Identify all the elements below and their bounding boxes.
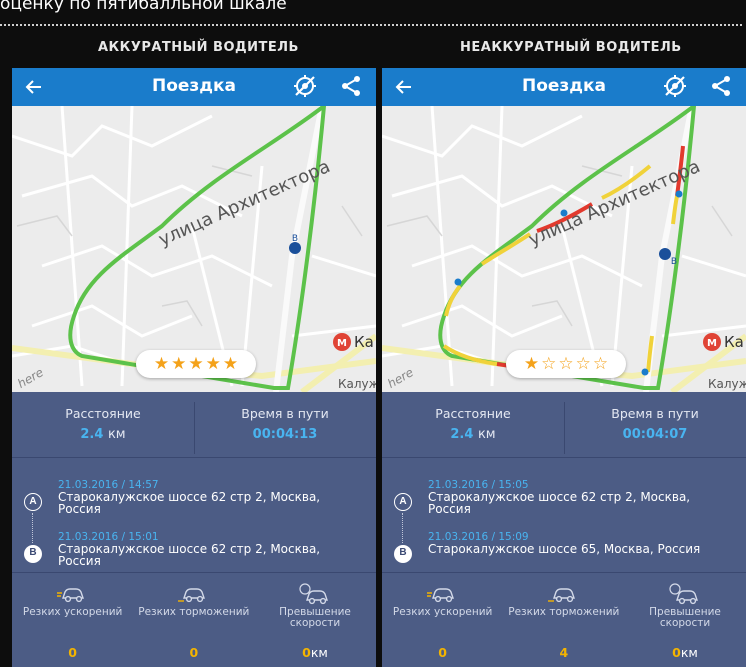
- header-caption: оценку по пятибалльной шкале: [0, 0, 287, 14]
- event-acceleration: Резких ускорений 0: [382, 573, 503, 667]
- svg-text:M: M: [337, 338, 347, 349]
- point-b-address: Старокалужское шоссе 62 стр 2, Москва, Р…: [58, 542, 321, 568]
- duration-value: 00:04:07: [622, 427, 688, 442]
- event-value: 0: [438, 645, 447, 660]
- event-value: 0: [68, 645, 77, 660]
- duration-stat: Время в пути 00:04:13: [194, 392, 376, 458]
- route-dots: [32, 513, 33, 543]
- event-label: Резких ускорений: [22, 606, 123, 618]
- gps-off-icon[interactable]: [292, 73, 318, 99]
- phone-screen-careless: Поездка улица Архитектора B M Ка Калуж h…: [382, 68, 746, 667]
- map-marker-b: B: [671, 257, 677, 267]
- car-icon: [669, 583, 698, 605]
- event-label: Резких торможений: [138, 606, 250, 618]
- route-points: A B 21.03.2016 / 15:05 Старокалужское шо…: [382, 473, 746, 573]
- point-b-info: 21.03.2016 / 15:09 Старокалужское шоссе …: [428, 531, 728, 555]
- star-outline-icon: ☆: [575, 354, 591, 373]
- driving-events: Резких ускорений 0 Резких торможений 4 П…: [382, 572, 746, 667]
- star-rating: ★ ☆ ☆ ☆ ☆: [506, 350, 626, 378]
- star-icon: ★: [222, 354, 239, 373]
- screen-title: Поездка: [521, 76, 607, 96]
- map-road-label: Калуж: [338, 377, 376, 391]
- map-marker-b: B: [292, 234, 298, 244]
- distance-value: 2.4 км: [450, 427, 496, 442]
- event-value: 0км: [302, 645, 328, 660]
- map-watermark: here: [385, 365, 416, 391]
- point-a-info: 21.03.2016 / 15:05 Старокалужское шоссе …: [428, 479, 728, 515]
- star-rating: ★ ★ ★ ★ ★: [136, 350, 256, 378]
- car-icon: [426, 588, 454, 603]
- column-title-careful: АККУРАТНЫЙ ВОДИТЕЛЬ: [98, 40, 299, 55]
- distance-label: Расстояние: [65, 406, 141, 421]
- distance-stat: Расстояние 2.4 км: [382, 392, 564, 458]
- star-outline-icon: ☆: [558, 354, 574, 373]
- star-outline-icon: ☆: [541, 354, 557, 373]
- trip-stats: Расстояние 2.4 км Время в пути 00:04:07: [382, 392, 746, 458]
- screen-title: Поездка: [151, 76, 237, 96]
- duration-label: Время в пути: [611, 406, 699, 421]
- driving-events: Резких ускорений 0 Резких торможений 0 П…: [12, 572, 376, 667]
- event-label: Превышение скорости: [279, 606, 351, 629]
- route-map[interactable]: улица Архитектора B M Ка Калуж here ★ ★ …: [12, 106, 376, 392]
- point-b-info: 21.03.2016 / 15:01 Старокалужское шоссе …: [58, 531, 358, 567]
- star-icon: ★: [171, 354, 187, 373]
- event-braking: Резких торможений 0: [133, 573, 254, 667]
- distance-value: 2.4 км: [80, 427, 126, 442]
- event-value: 4: [559, 645, 569, 660]
- event-value: 0: [189, 645, 199, 660]
- car-icon: [177, 588, 205, 603]
- point-b-icon: B: [394, 545, 412, 563]
- map-road-label: Калуж: [708, 377, 746, 391]
- trip-stats: Расстояние 2.4 км Время в пути 00:04:13: [12, 392, 376, 458]
- map-metro-label: Ка: [354, 333, 374, 351]
- star-icon: ★: [205, 354, 221, 373]
- event-speeding: Превышение скорости 0км: [624, 573, 745, 667]
- share-icon[interactable]: [710, 75, 732, 97]
- map-metro-label: Ка: [724, 333, 744, 351]
- event-label: Превышение скорости: [649, 606, 721, 629]
- duration-label: Время в пути: [241, 406, 329, 421]
- app-toolbar: Поездка: [382, 68, 746, 106]
- route-dots: [402, 513, 403, 543]
- car-icon: [547, 588, 575, 603]
- point-a-address: Старокалужское шоссе 62 стр 2, Москва, Р…: [58, 490, 321, 516]
- duration-stat: Время в пути 00:04:07: [564, 392, 746, 458]
- star-outline-icon: ☆: [592, 354, 609, 373]
- phone-screen-careful: Поездка улица Архитектора B M Ка Калуж h…: [12, 68, 376, 667]
- star-icon: ★: [188, 354, 204, 373]
- point-b-address: Старокалужское шоссе 65, Москва, Россия: [428, 542, 701, 556]
- car-icon: [299, 583, 328, 605]
- star-icon: ★: [153, 354, 170, 373]
- distance-label: Расстояние: [435, 406, 511, 421]
- event-value: 0км: [672, 645, 698, 660]
- point-a-icon: A: [24, 493, 42, 511]
- event-speeding: Превышение скорости 0км: [254, 573, 375, 667]
- star-icon: ★: [523, 354, 540, 373]
- point-b-icon: B: [24, 545, 42, 563]
- duration-value: 00:04:13: [252, 427, 318, 442]
- event-braking: Резких торможений 4: [503, 573, 624, 667]
- svg-text:M: M: [707, 338, 717, 349]
- app-toolbar: Поездка: [12, 68, 376, 106]
- event-label: Резких ускорений: [392, 606, 493, 618]
- point-a-address: Старокалужское шоссе 62 стр 2, Москва, Р…: [428, 490, 691, 516]
- distance-stat: Расстояние 2.4 км: [12, 392, 194, 458]
- event-label: Резких торможений: [508, 606, 620, 618]
- column-title-careless: НЕАККУРАТНЫЙ ВОДИТЕЛЬ: [460, 40, 682, 55]
- car-icon: [56, 588, 84, 603]
- map-street-label: улица Архитектора: [155, 156, 333, 251]
- route-map[interactable]: улица Архитектора B M Ка Калуж here ★ ☆ …: [382, 106, 746, 392]
- point-a-info: 21.03.2016 / 14:57 Старокалужское шоссе …: [58, 479, 358, 515]
- divider-dotted: [0, 24, 742, 26]
- event-acceleration: Резких ускорений 0: [12, 573, 133, 667]
- map-watermark: here: [15, 365, 46, 391]
- route-points: A B 21.03.2016 / 14:57 Старокалужское шо…: [12, 473, 376, 573]
- gps-off-icon[interactable]: [662, 73, 688, 99]
- share-icon[interactable]: [340, 75, 362, 97]
- point-a-icon: A: [394, 493, 412, 511]
